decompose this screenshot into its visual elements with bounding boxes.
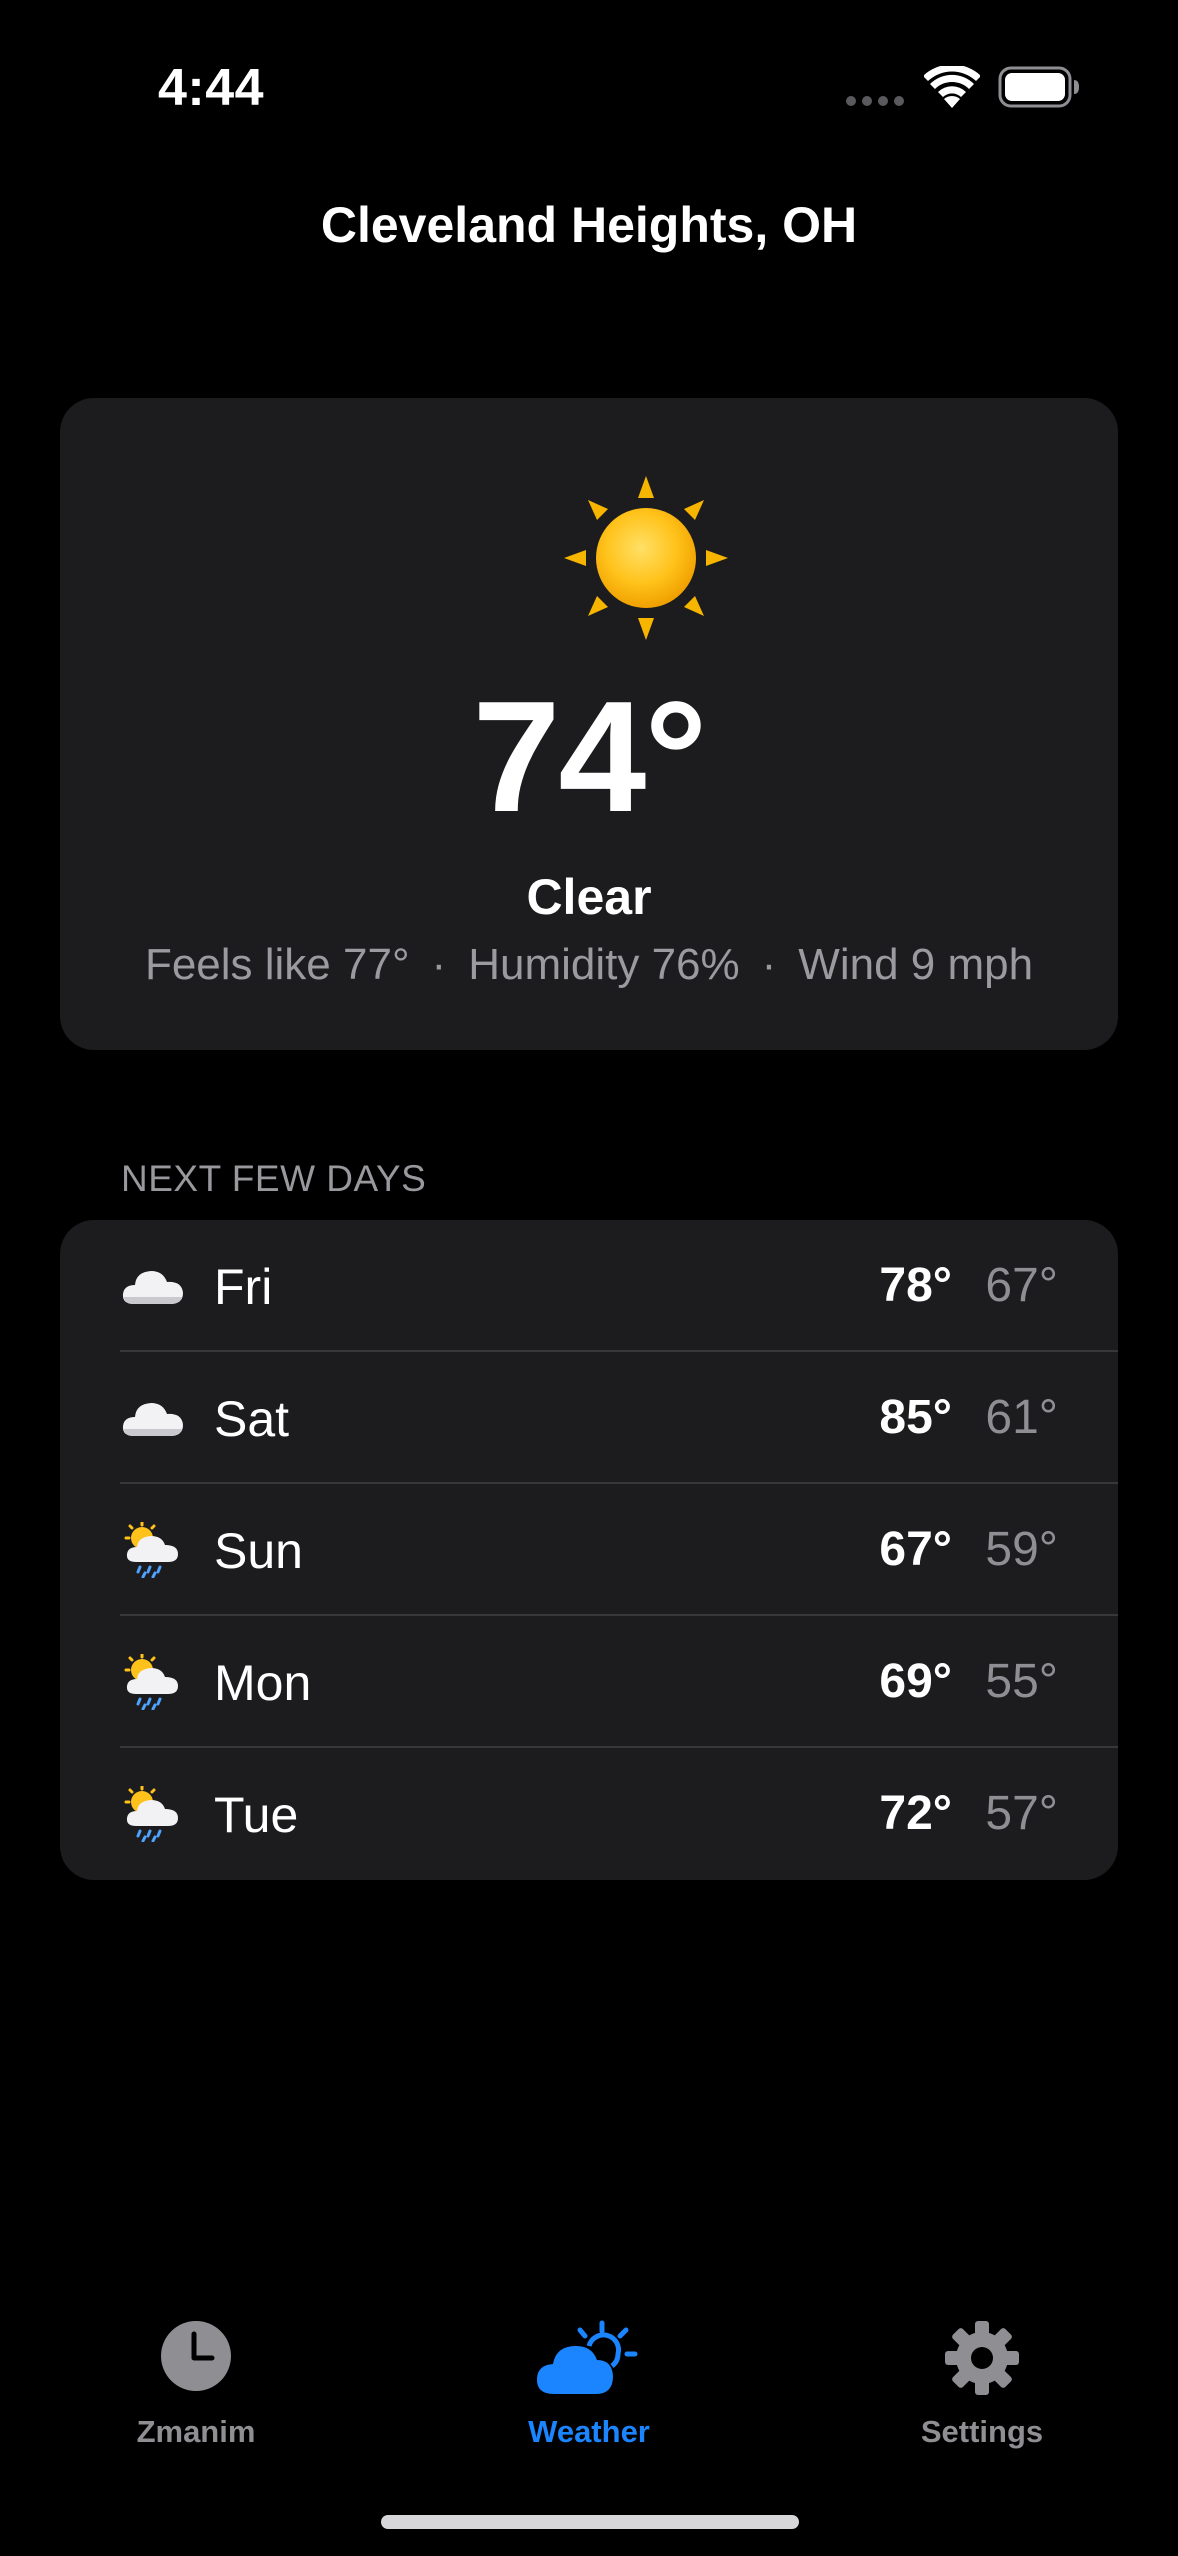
forecast-low: 55° [985, 1655, 1058, 1708]
current-condition: Clear [526, 869, 652, 925]
forecast-day: Fri [214, 1259, 273, 1315]
separator: · [761, 940, 777, 989]
weather-details: Feels like 77° · Humidity 76% · Wind 9 mph [60, 940, 1118, 990]
cellular-signal-icon [846, 96, 906, 106]
status-time: 4:44 [158, 59, 265, 117]
battery-icon [998, 66, 1079, 108]
forecast-day: Sun [214, 1523, 303, 1579]
forecast-high: 72° [879, 1787, 952, 1840]
home-indicator[interactable] [381, 2515, 799, 2529]
tab-label: Weather [528, 2414, 650, 2449]
cloud-sun-icon [536, 2320, 638, 2394]
feels-like: Feels like 77° [144, 940, 410, 989]
tab-settings[interactable]: Settings [862, 2320, 1102, 2460]
forecast-high: 69° [879, 1655, 952, 1708]
cloud-icon [122, 1403, 183, 1436]
separator: · [431, 940, 447, 989]
forecast-section-header: NEXT FEW DAYS [121, 1158, 427, 1199]
clock-icon [161, 2321, 231, 2391]
forecast-row: Sat 85° 61° [60, 1352, 1118, 1484]
forecast-day: Tue [214, 1787, 299, 1843]
humidity: Humidity 76% [468, 940, 740, 989]
tab-label: Zmanim [136, 2414, 256, 2449]
forecast-low: 57° [985, 1787, 1058, 1840]
forecast-high: 78° [879, 1259, 952, 1312]
forecast-low: 59° [985, 1523, 1058, 1576]
forecast-high: 85° [879, 1391, 952, 1444]
sun-behind-rain-cloud-icon [124, 1522, 178, 1578]
tab-label: Settings [920, 2414, 1044, 2449]
gear-icon [945, 2321, 1019, 2395]
forecast-row: Sun 67° 59° [60, 1484, 1118, 1616]
sun-behind-rain-cloud-icon [124, 1786, 178, 1842]
forecast-high: 67° [879, 1523, 952, 1576]
forecast-row: Tue 72° 57° [60, 1748, 1118, 1880]
tab-zmanim[interactable]: Zmanim [76, 2320, 316, 2460]
sun-behind-rain-cloud-icon [124, 1654, 178, 1710]
wind: Wind 9 mph [798, 940, 1034, 989]
current-temperature: 74° [472, 669, 708, 845]
sun-icon [564, 476, 728, 640]
forecast-low: 67° [985, 1259, 1058, 1312]
forecast-day: Mon [214, 1655, 312, 1711]
forecast-day: Sat [214, 1391, 290, 1447]
location-title: Cleveland Heights, OH [320, 197, 858, 253]
current-weather-card: 74° Clear Feels like 77° · Humidity 76% · Wi… [60, 398, 1118, 1050]
forecast-list: Fri 78° 67° Sat 85° 61° Sun 67° 59° Mon … [60, 1220, 1118, 1880]
wifi-icon [924, 66, 980, 108]
forecast-low: 61° [985, 1391, 1058, 1444]
forecast-row: Mon 69° 55° [60, 1616, 1118, 1748]
tab-weather[interactable]: Weather [469, 2320, 709, 2460]
cloud-icon [122, 1271, 183, 1304]
forecast-row: Fri 78° 67° [60, 1220, 1118, 1352]
